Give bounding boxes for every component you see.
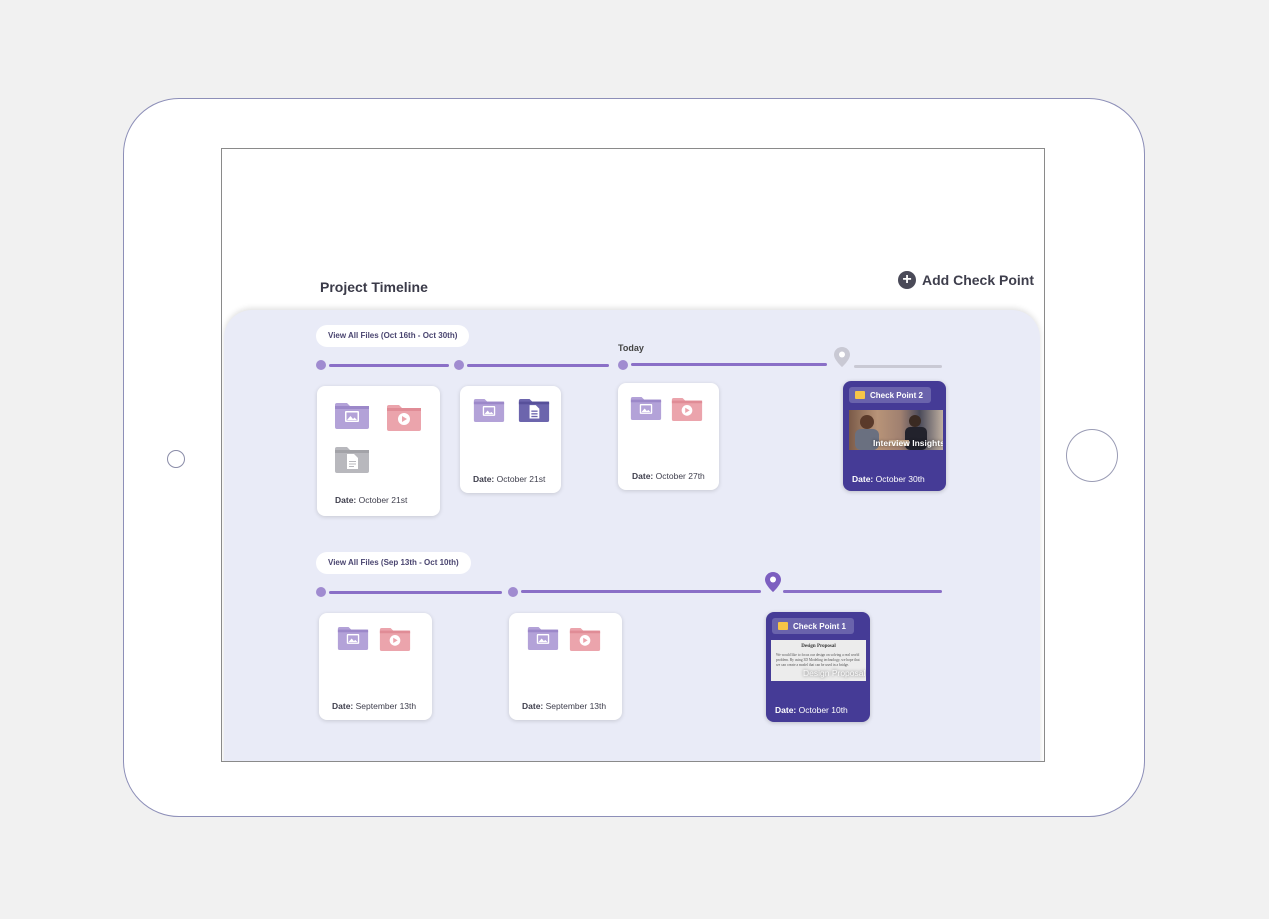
- card-date: Date: October 21st: [335, 495, 408, 505]
- today-node[interactable]: [618, 360, 628, 370]
- document-folder-icon[interactable]: [334, 446, 370, 474]
- image-folder-icon[interactable]: [337, 626, 369, 651]
- plus-icon: +: [898, 271, 916, 289]
- card-date: Date: October 21st: [473, 474, 546, 484]
- app-screen: Project Timeline + Add Check Point View …: [221, 148, 1045, 762]
- card-date: Date: October 27th: [632, 471, 705, 481]
- video-folder-icon[interactable]: [386, 404, 422, 432]
- page-title: Project Timeline: [320, 279, 428, 295]
- checkpoint-card[interactable]: Check Point 2 Interview Insights Date: O…: [843, 381, 946, 491]
- folder-icon: [778, 622, 788, 630]
- card-date: Date: September 13th: [522, 701, 607, 711]
- front-camera: [167, 450, 185, 468]
- folder-icon: [855, 391, 865, 399]
- timeline-node[interactable]: [454, 360, 464, 370]
- timeline-segment: [329, 364, 449, 367]
- checkpoint-tag: Check Point 2: [849, 387, 931, 403]
- today-label: Today: [618, 343, 644, 353]
- timeline-segment: [467, 364, 609, 367]
- image-folder-icon[interactable]: [473, 398, 505, 423]
- timeline-segment: [631, 363, 827, 366]
- interview-thumbnail[interactable]: Interview Insights: [849, 410, 943, 450]
- checkpoint-card[interactable]: Check Point 1 Design Proposal We would l…: [766, 612, 870, 722]
- checkpoint-tag: Check Point 1: [772, 618, 854, 634]
- card-date: Date: September 13th: [332, 701, 417, 711]
- image-folder-icon[interactable]: [630, 396, 662, 421]
- timeline-node[interactable]: [508, 587, 518, 597]
- location-pin-icon[interactable]: [834, 347, 850, 367]
- timeline-segment: [329, 591, 502, 594]
- video-folder-icon[interactable]: [379, 627, 411, 652]
- design-proposal-thumbnail[interactable]: Design Proposal We would like to focus o…: [771, 640, 866, 681]
- image-folder-icon[interactable]: [334, 402, 370, 430]
- timeline-segment: [783, 590, 942, 593]
- video-folder-icon[interactable]: [671, 397, 703, 422]
- checkpoint-date: Date: October 10th: [775, 705, 848, 715]
- file-group-card[interactable]: Date: October 27th: [618, 383, 719, 490]
- add-check-point-label: Add Check Point: [922, 272, 1035, 288]
- timeline-node[interactable]: [316, 587, 326, 597]
- video-folder-icon[interactable]: [569, 627, 601, 652]
- image-folder-icon[interactable]: [527, 626, 559, 651]
- timeline-segment: [521, 590, 761, 593]
- home-button[interactable]: [1066, 429, 1118, 482]
- location-pin-icon[interactable]: [765, 572, 781, 592]
- view-all-files-button[interactable]: View All Files (Oct 16th - Oct 30th): [316, 325, 470, 347]
- timeline-segment-future: [854, 365, 942, 368]
- checkpoint-date: Date: October 30th: [852, 474, 925, 484]
- timeline-panel: View All Files (Oct 16th - Oct 30th) Tod…: [224, 310, 1040, 761]
- file-group-card[interactable]: Date: September 13th: [509, 613, 622, 720]
- timeline-node[interactable]: [316, 360, 326, 370]
- document-folder-icon[interactable]: [518, 398, 550, 423]
- file-group-card[interactable]: Date: October 21st: [317, 386, 440, 516]
- view-all-files-button[interactable]: View All Files (Sep 13th - Oct 10th): [316, 552, 471, 574]
- file-group-card[interactable]: Date: September 13th: [319, 613, 432, 720]
- file-group-card[interactable]: Date: October 21st: [460, 386, 561, 493]
- add-check-point-button[interactable]: + Add Check Point: [898, 271, 1034, 289]
